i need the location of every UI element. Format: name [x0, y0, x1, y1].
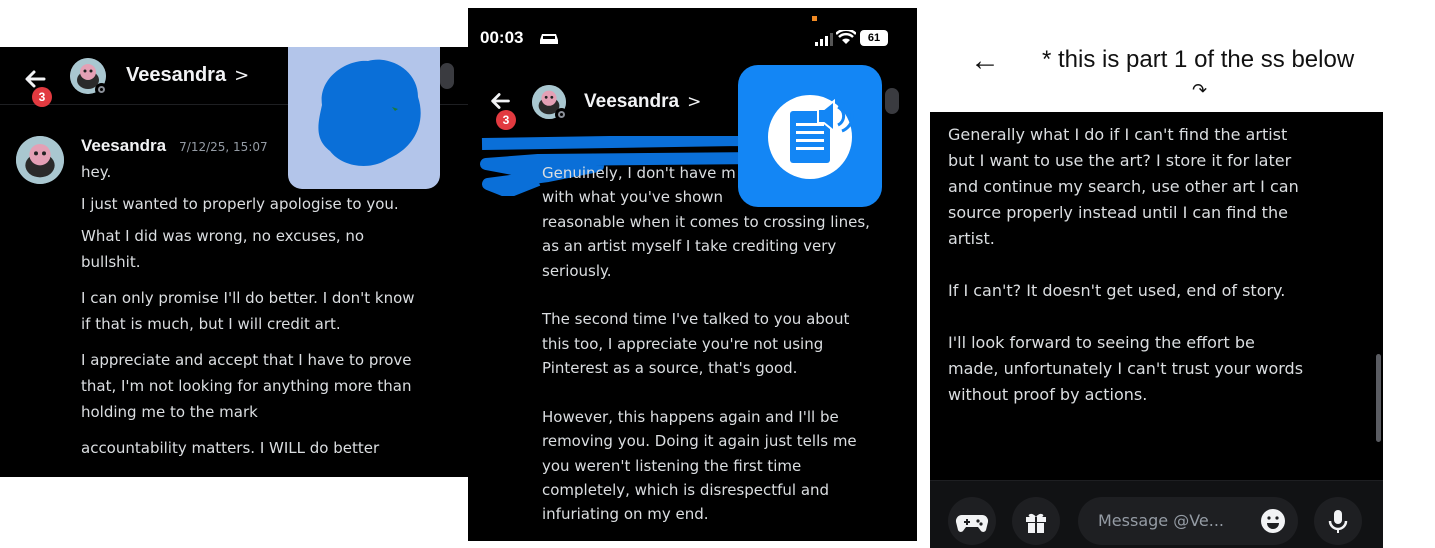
chat-screenshot-middle: 00:03 61 3 Veesandra > Genuinely, I don' [468, 8, 917, 541]
battery-indicator: 61 [860, 30, 888, 46]
signal-icon [815, 33, 833, 46]
microphone-icon [1328, 510, 1348, 533]
message-line: completely, which is disrespectful and [542, 481, 830, 500]
message-line [948, 304, 1373, 330]
header-chevron[interactable]: > [687, 92, 701, 112]
back-button[interactable]: 3 [488, 88, 516, 130]
call-icon[interactable] [885, 88, 899, 114]
message-body: Genuinely, I don't have m with what you'… [542, 161, 912, 527]
unread-badge: 3 [496, 110, 516, 130]
status-bar: 00:03 61 [468, 8, 917, 60]
status-indicator [95, 82, 108, 96]
message-input-placeholder: Message @Ve... [1098, 511, 1225, 530]
gamepad-icon [955, 514, 989, 532]
avatar[interactable] [70, 57, 108, 96]
header-username[interactable]: Veesandra [126, 64, 226, 87]
avatar-image [16, 136, 64, 184]
message-line: I can only promise I'll do better. I don… [81, 289, 415, 307]
caption-curve-icon: ↷ [1192, 80, 1208, 100]
message-line: However, this happens again and I'll be [542, 407, 839, 426]
message-body: hey. I just wanted to properly apologise… [81, 162, 466, 464]
message-line: source properly instead until I can find… [948, 203, 1288, 222]
message-line: if that is much, but I will credit art. [81, 315, 341, 333]
document-speaker-graphic [768, 95, 854, 179]
message-line: The second time I've talked to you about [542, 310, 850, 329]
voice-button[interactable] [1314, 497, 1362, 545]
message-line: Generally what I do if I can't find the … [948, 125, 1288, 144]
message-line: that, I'm not looking for anything more … [81, 377, 412, 395]
message-line: and continue my search, use other art I … [948, 177, 1299, 196]
caption: ← * this is part 1 of the ss below ↷ [970, 42, 1435, 102]
emoji-icon[interactable] [1260, 508, 1286, 534]
games-button[interactable] [948, 497, 996, 545]
message-line: infuriating on my end. [542, 505, 709, 524]
message-line [542, 283, 912, 307]
message-line: What I did was wrong, no excuses, no [81, 227, 365, 245]
message-line: bullshit. [81, 253, 141, 271]
message-line: without proof by actions. [948, 385, 1148, 404]
message-line: I just wanted to properly apologise to y… [81, 195, 399, 213]
message-line: I'll look forward to seeing the effort b… [948, 333, 1255, 352]
message-line [542, 381, 912, 405]
wifi-icon [836, 30, 856, 44]
composer-bar: Message @Ve... [930, 480, 1383, 548]
back-button[interactable]: 3 [22, 65, 52, 107]
scrollbar[interactable] [1376, 354, 1381, 442]
message-line: seriously. [542, 261, 612, 280]
call-icon[interactable] [440, 63, 454, 89]
status-indicator [555, 108, 568, 121]
message-line: removing you. Doing it again just tells … [542, 432, 857, 451]
message-line: as an artist myself I take crediting ver… [542, 237, 837, 256]
gift-button[interactable] [1012, 497, 1060, 545]
message-line [948, 252, 1373, 278]
message-avatar[interactable] [16, 136, 64, 184]
document-speaker-icon [738, 65, 882, 207]
message-line: accountability matters. I WILL do better [81, 439, 380, 457]
message-line: Pinterest as a source, that's good. [542, 359, 798, 378]
message-timestamp: 7/12/25, 15:07 [179, 140, 268, 154]
avatar[interactable] [532, 85, 568, 121]
header-chevron[interactable]: > [234, 65, 249, 86]
message-author[interactable]: Veesandra [81, 136, 166, 155]
message-line: made, unfortunately I can't trust your w… [948, 359, 1304, 378]
message-input[interactable]: Message @Ve... [1078, 497, 1298, 545]
caption-text: * this is part 1 of the ss below [1042, 46, 1355, 73]
message-line: artist. [948, 229, 995, 248]
message-line: holding me to the mark [81, 403, 258, 421]
caption-arrow: ← [970, 44, 1000, 77]
orange-dot [812, 16, 817, 21]
message-line: reasonable when it comes to crossing lin… [542, 212, 870, 231]
message-body: Generally what I do if I can't find the … [948, 122, 1373, 408]
message-line: this too, I appreciate you're not using [542, 334, 824, 353]
chat-screenshot-right: Generally what I do if I can't find the … [930, 112, 1383, 548]
censor-blob [318, 59, 421, 166]
message-line: I appreciate and accept that I have to p… [81, 351, 412, 369]
message-line: you weren't listening the first time [542, 456, 802, 475]
chat-screenshot-left: 3 Veesandra > Veesandra 7/12/25, 15:07 h… [0, 47, 468, 477]
unread-badge: 3 [32, 86, 52, 107]
message-line: If I can't? It doesn't get used, end of … [948, 281, 1286, 300]
message-line: but I want to use the art? I store it fo… [948, 151, 1292, 170]
gift-icon [1026, 513, 1046, 533]
censor-overlay [288, 47, 440, 189]
status-time: 00:03 [480, 28, 524, 47]
header-username[interactable]: Veesandra [584, 91, 679, 113]
car-icon [540, 34, 558, 44]
